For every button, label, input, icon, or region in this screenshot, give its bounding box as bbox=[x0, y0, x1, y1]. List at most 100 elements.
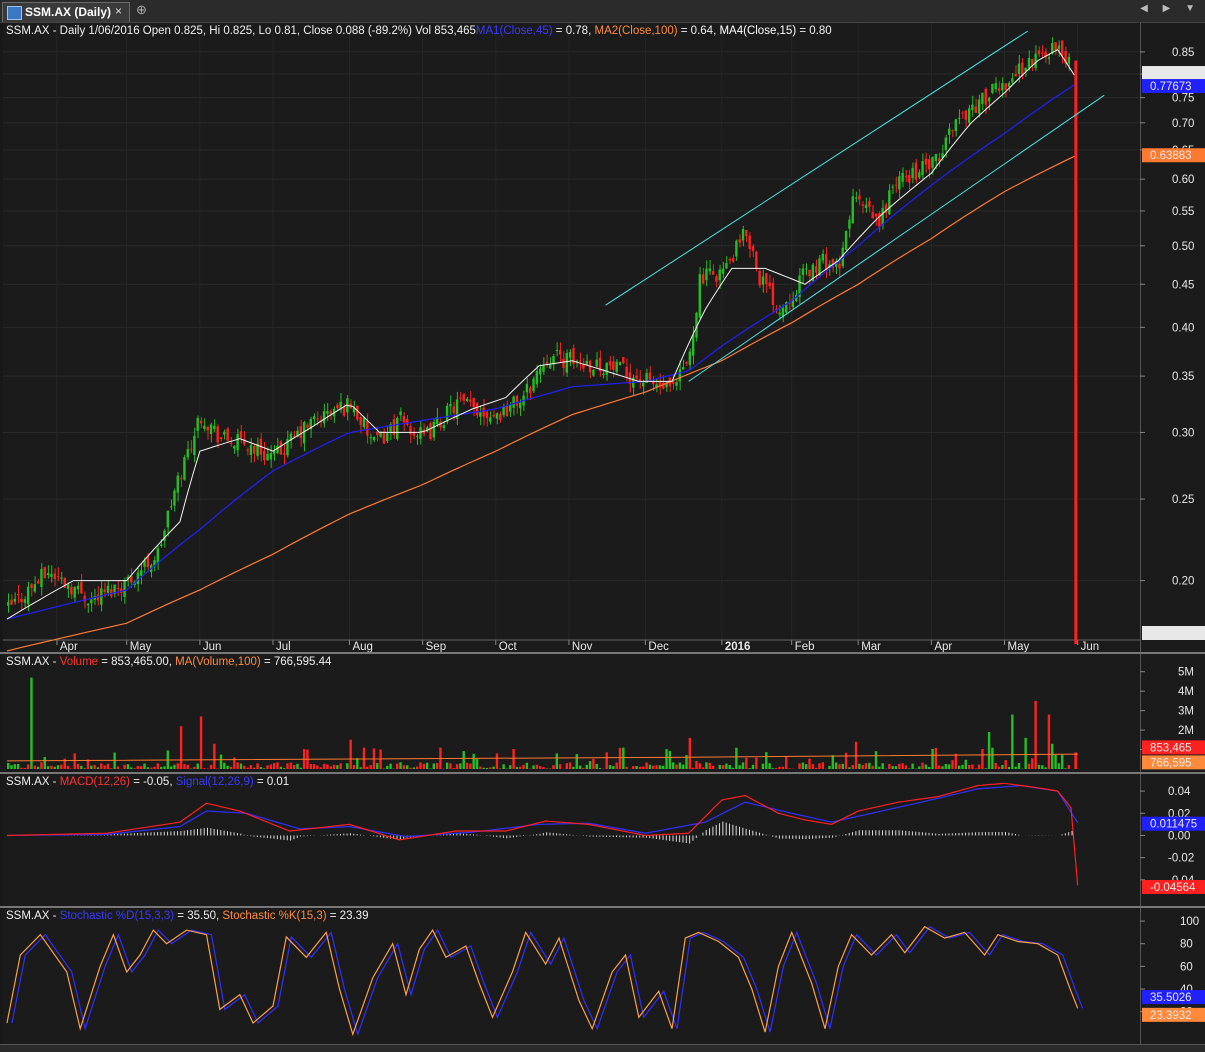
candle-body bbox=[137, 573, 139, 585]
candle-body bbox=[908, 175, 910, 183]
volume-bar bbox=[808, 759, 810, 769]
candle-body bbox=[592, 370, 594, 376]
volume-bar bbox=[143, 764, 145, 769]
candle-body bbox=[340, 402, 342, 409]
chart-icon bbox=[7, 6, 22, 20]
stoch-tick-label: 80 bbox=[1180, 939, 1193, 951]
candle-body bbox=[825, 254, 827, 269]
candle-body bbox=[546, 362, 548, 364]
candle-body bbox=[27, 587, 29, 605]
candle-body bbox=[722, 269, 724, 274]
volume-bar bbox=[665, 749, 667, 769]
volume-bar bbox=[459, 763, 461, 769]
chart-tab-label: SSM.AX (Daily) bbox=[25, 5, 111, 19]
volume-bar bbox=[296, 764, 298, 769]
price-tick-label: 0.55 bbox=[1172, 206, 1194, 218]
volume-bar bbox=[270, 764, 272, 769]
candle-body bbox=[343, 407, 345, 415]
candle-body bbox=[200, 421, 202, 424]
volume-bar bbox=[775, 768, 777, 769]
candle-body bbox=[868, 201, 870, 207]
candle-body bbox=[207, 427, 209, 431]
candle-body bbox=[958, 118, 960, 119]
candle-body bbox=[609, 361, 611, 365]
volume-tick-label: 5M bbox=[1178, 667, 1194, 679]
volume-bar bbox=[100, 763, 102, 769]
volume-bar bbox=[419, 762, 421, 769]
volume-bar bbox=[147, 767, 149, 769]
ma4-name: MA4(Close,15) bbox=[719, 25, 796, 37]
candle-body bbox=[453, 406, 455, 413]
volume-bar bbox=[712, 766, 714, 769]
volume-bar bbox=[592, 759, 594, 769]
volume-bar bbox=[509, 765, 511, 769]
volume-bar bbox=[416, 767, 418, 769]
close-icon[interactable]: × bbox=[115, 4, 122, 18]
candle-body bbox=[216, 426, 218, 442]
candle-body bbox=[951, 130, 953, 131]
macd-current-label: -0.04564 bbox=[1150, 882, 1196, 894]
volume-bar bbox=[1058, 763, 1060, 769]
chart-tab[interactable]: SSM.AX (Daily) × bbox=[2, 2, 130, 22]
candle-body bbox=[419, 427, 421, 439]
volume-bar bbox=[862, 765, 864, 769]
candle-body bbox=[459, 397, 461, 398]
volume-current-label: 853,465 bbox=[1150, 742, 1192, 754]
volume-bar bbox=[243, 766, 245, 769]
macd-header: SSM.AX - MACD(12,26) = -0.05, Signal(12,… bbox=[6, 776, 289, 788]
volume-bar bbox=[878, 767, 880, 769]
volume-bar bbox=[739, 765, 741, 769]
candle-body bbox=[403, 416, 405, 422]
volume-bar bbox=[376, 763, 378, 769]
volume-bar bbox=[722, 765, 724, 769]
candle-body bbox=[406, 419, 408, 425]
volume-bar bbox=[875, 751, 877, 769]
volume-bar bbox=[695, 761, 697, 769]
volume-bar bbox=[7, 763, 9, 769]
volume-bar bbox=[1005, 760, 1007, 769]
candle-body bbox=[1068, 57, 1070, 64]
volume-bar bbox=[948, 764, 950, 769]
candle-body bbox=[848, 220, 850, 229]
volume-bar bbox=[177, 763, 179, 769]
volume-bar bbox=[260, 767, 262, 769]
macd-chart: 0.040.020.00-0.02-0.040.011475-0.04564 bbox=[0, 774, 1205, 906]
volume-bar bbox=[283, 768, 285, 769]
volume-pane[interactable]: 5M4M3M2M1M853,465766,595 SSM.AX - Volume… bbox=[0, 654, 1205, 772]
volume-bar bbox=[54, 767, 56, 769]
volume-bar bbox=[1041, 765, 1043, 769]
candle-body bbox=[246, 450, 248, 451]
price-tick-label: 0.60 bbox=[1172, 174, 1194, 186]
volume-bar bbox=[436, 763, 438, 769]
new-tab-icon[interactable]: ⊕ bbox=[136, 2, 147, 18]
volume-bar bbox=[549, 768, 551, 769]
volume-bar bbox=[263, 768, 265, 769]
volume-bar bbox=[852, 765, 854, 769]
volume-bar bbox=[988, 732, 990, 769]
volume-bar bbox=[1051, 744, 1053, 769]
macd-pane[interactable]: 0.040.020.00-0.02-0.040.011475-0.04564 S… bbox=[0, 774, 1205, 906]
volume-bar bbox=[689, 738, 691, 769]
candle-body bbox=[117, 588, 119, 589]
candle-body bbox=[326, 411, 328, 414]
volume-bar bbox=[423, 764, 425, 769]
candle-body bbox=[253, 446, 255, 454]
volume-bar bbox=[672, 762, 674, 769]
volume-bar bbox=[406, 765, 408, 769]
candle-body bbox=[606, 363, 608, 375]
volume-bar bbox=[888, 764, 890, 769]
candle-body bbox=[705, 269, 707, 281]
tab-nav-arrows-icon[interactable]: ◀ ▶ ▼ bbox=[1140, 3, 1201, 14]
candle-body bbox=[838, 264, 840, 269]
candle-body bbox=[898, 176, 900, 189]
volume-bar bbox=[359, 767, 361, 769]
candle-body bbox=[40, 569, 42, 587]
volume-bar bbox=[905, 765, 907, 769]
price-pane[interactable]: 0.850.800.750.700.650.600.550.500.450.40… bbox=[0, 23, 1205, 652]
volume-bar bbox=[572, 767, 574, 769]
volume-bar bbox=[559, 764, 561, 769]
stochastic-pane[interactable]: 1008060402035.502623.3932 SSM.AX - Stoch… bbox=[0, 908, 1205, 1044]
volume-bar bbox=[153, 767, 155, 769]
volume-bar bbox=[662, 766, 664, 769]
candle-body bbox=[17, 594, 19, 595]
